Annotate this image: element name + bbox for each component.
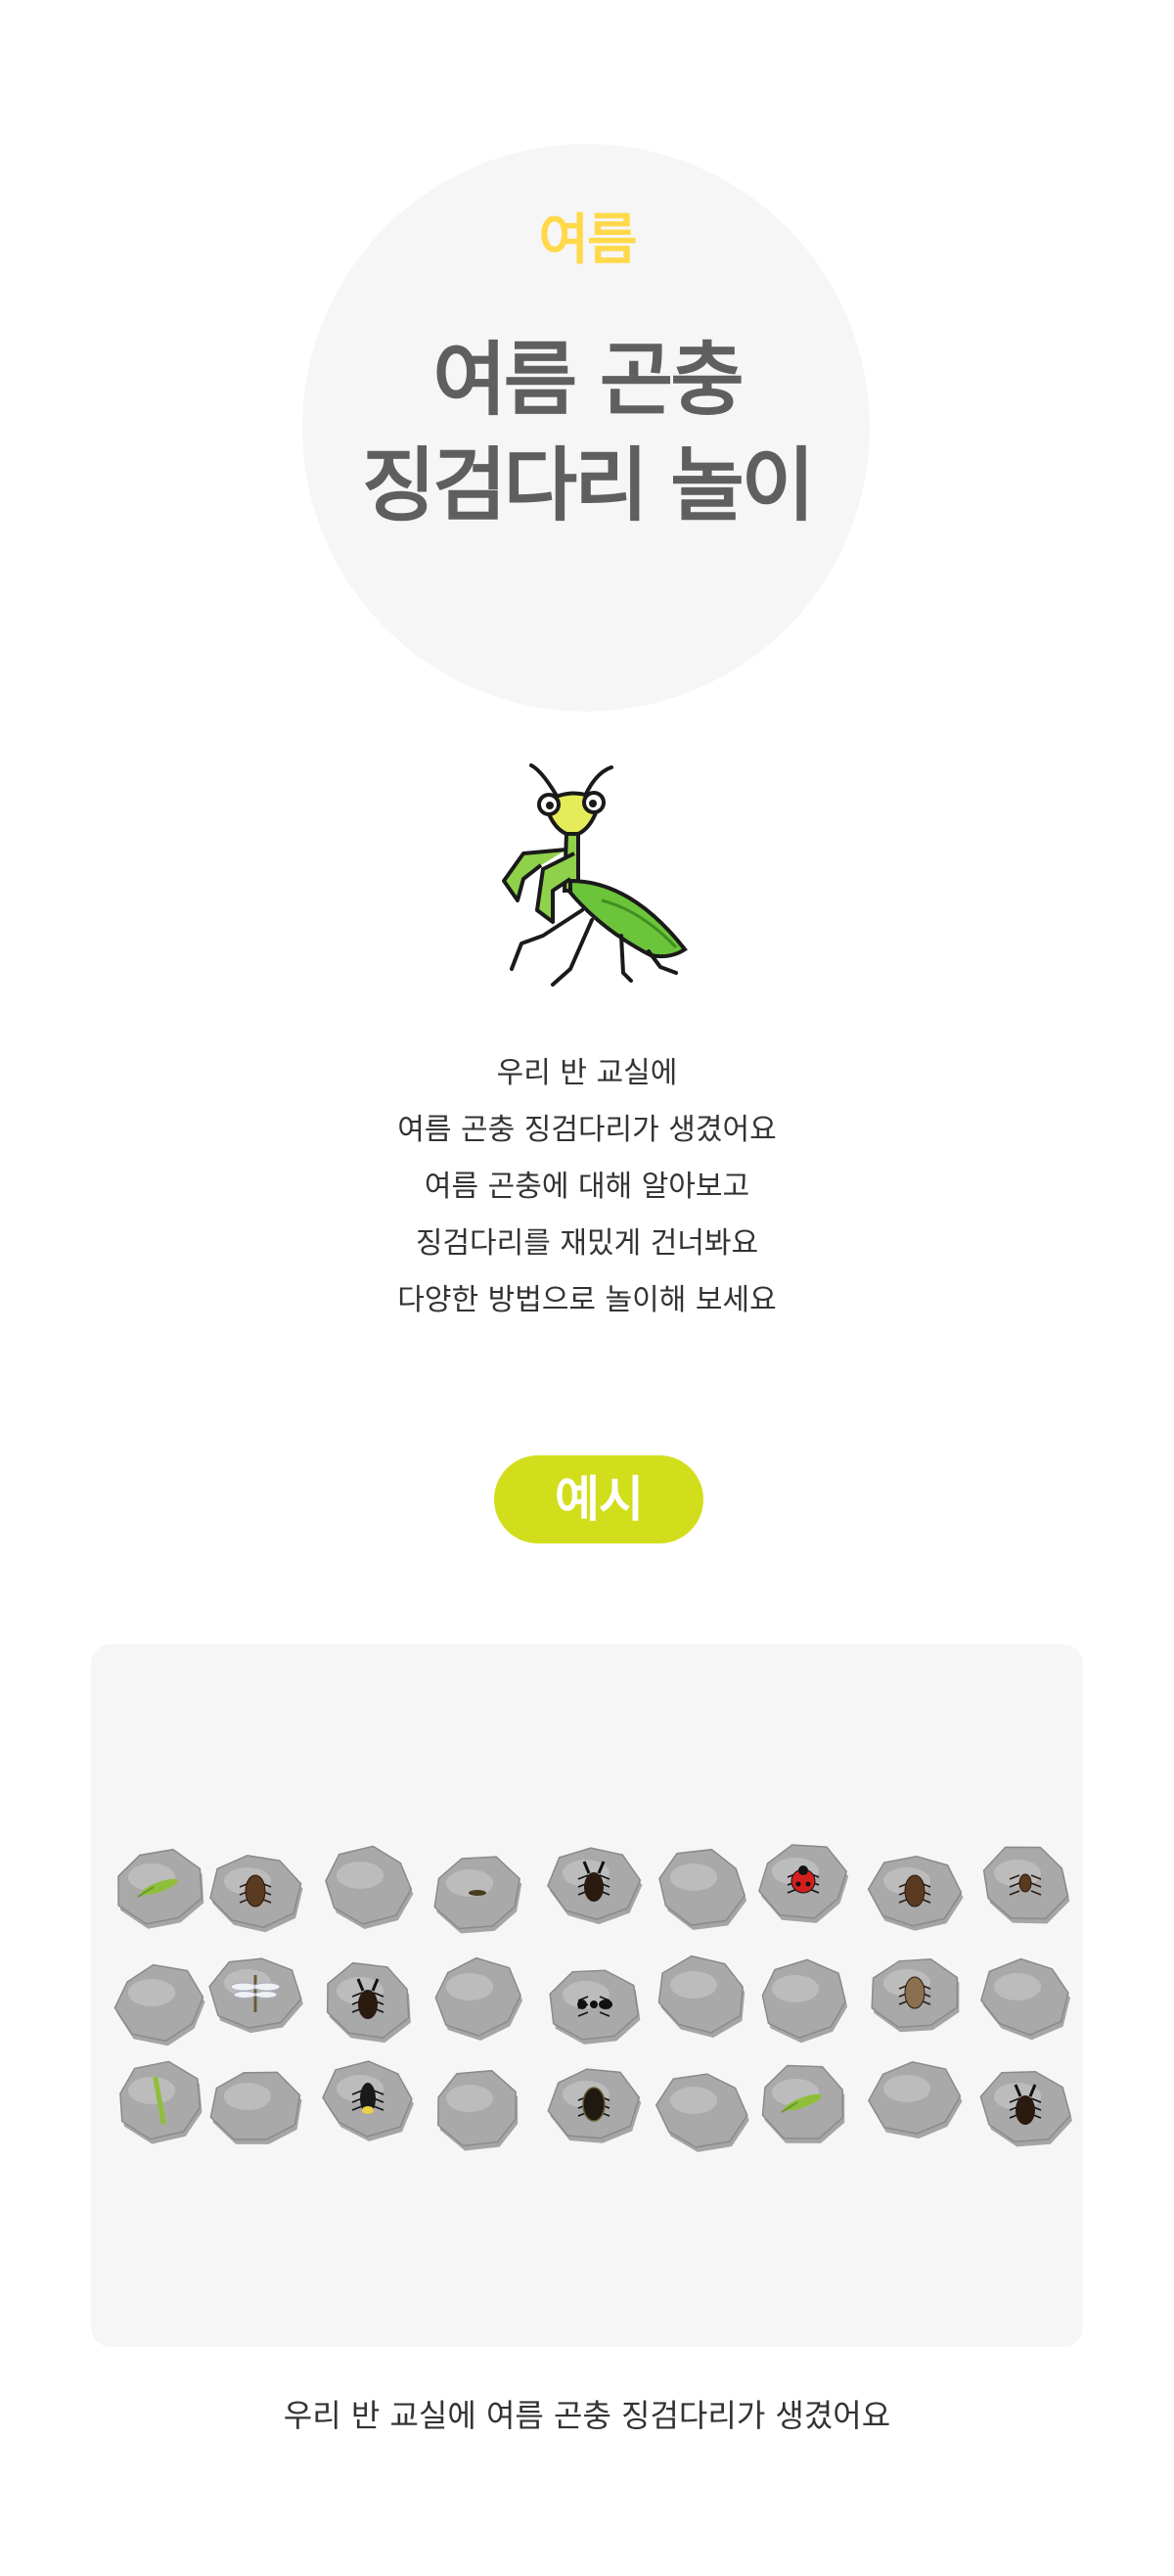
page-title-line-2: 징검다리 놀이 — [361, 439, 815, 532]
stepping-stone — [980, 1957, 1070, 2041]
stepping-stone — [209, 1855, 303, 1933]
intro-text: 우리 반 교실에 여름 곤충 징검다리가 생겼어요 여름 곤충에 대해 알아보고… — [0, 1045, 1174, 1329]
stepping-stone — [208, 1957, 303, 2034]
example-badge: 예시 — [494, 1455, 703, 1543]
stepping-stone — [657, 1955, 745, 2038]
stepping-stone — [758, 1844, 849, 1923]
stepping-stone — [761, 2064, 845, 2143]
stepping-stone — [658, 1848, 747, 1930]
stepping-stone — [209, 2071, 302, 2144]
example-image-panel — [91, 1644, 1083, 2347]
stepping-stone — [113, 1963, 205, 2047]
stepping-stone — [434, 1956, 523, 2041]
intro-line: 여름 곤충 징검다리가 생겼어요 — [397, 1113, 777, 1147]
stepping-stone — [867, 1856, 964, 1931]
stepping-stone — [547, 1847, 643, 1925]
stepping-stone — [549, 1969, 641, 2045]
stepping-stone — [761, 1958, 848, 2044]
stepping-stone — [982, 1846, 1070, 1924]
intro-line: 다양한 방법으로 놀이해 보세요 — [397, 1283, 777, 1317]
intro-line: 여름 곤충에 대해 알아보고 — [424, 1170, 750, 1204]
stepping-stone — [871, 1958, 960, 2033]
small-bug-icon — [469, 1890, 486, 1896]
season-label: 여름 — [538, 208, 637, 272]
stepping-stone — [322, 2060, 414, 2141]
stepping-stone — [979, 2070, 1072, 2147]
stepping-stone — [325, 1845, 414, 1929]
stepping-stone — [117, 1848, 204, 1929]
stepping-stone — [655, 2073, 749, 2152]
example-caption: 우리 반 교실에 여름 곤충 징검다리가 생겼어요 — [283, 2397, 891, 2434]
insect-stepping-stones — [113, 1844, 1072, 2152]
intro-line: 우리 반 교실에 — [496, 1056, 678, 1090]
stepping-stone — [433, 1856, 522, 1934]
page-title-line-1: 여름 곤충 — [432, 334, 744, 427]
stepping-stone — [326, 1961, 411, 2044]
stepping-stone — [868, 2061, 963, 2139]
stepping-stone — [547, 2068, 642, 2143]
intro-line: 징검다리를 재밌게 건너봐요 — [415, 1226, 759, 1261]
page-title: 여름 곤충 징검다리 놀이 — [0, 328, 1174, 539]
stepping-stone — [119, 2060, 203, 2144]
stepping-stone — [437, 2069, 519, 2151]
praying-mantis-icon — [502, 763, 688, 987]
